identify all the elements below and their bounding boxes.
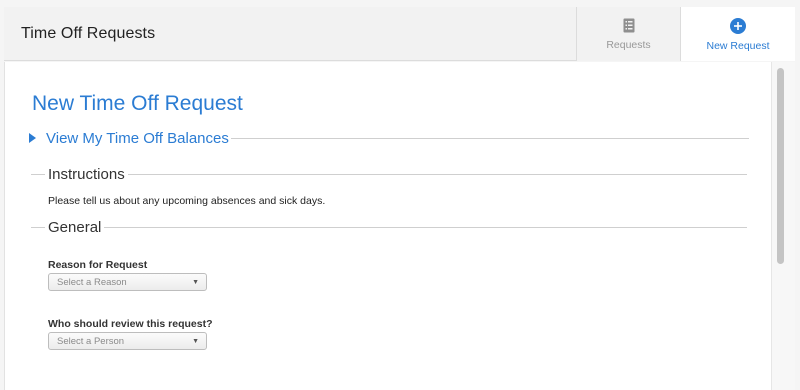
expand-triangle-icon [29,133,36,143]
reason-label: Reason for Request [48,259,148,271]
section-divider [230,137,749,139]
instructions-heading: Instructions [48,165,125,183]
list-document-icon [623,18,634,33]
reviewer-label: Who should review this request? [48,318,213,330]
legend-lead-line [31,173,45,175]
chevron-down-icon: ▼ [192,278,199,286]
page-header-title: Time Off Requests [21,25,156,42]
reviewer-select[interactable]: Select a Person ▼ [48,332,207,350]
instructions-text: Please tell us about any upcoming absenc… [48,195,326,207]
reviewer-select-value: Select a Person [57,335,125,347]
tab-new-request[interactable]: New Request [680,7,795,61]
tab-new-request-label: New Request [706,40,770,52]
scrollbar-thumb[interactable] [777,68,784,264]
tab-requests[interactable]: Requests [576,7,680,61]
chevron-down-icon: ▼ [192,337,199,345]
form-title: New Time Off Request [32,92,243,115]
legend-rule [127,173,747,175]
vertical-scrollbar[interactable] [771,62,795,390]
general-legend: General [31,217,747,237]
reason-select[interactable]: Select a Reason ▼ [48,273,207,291]
tab-requests-label: Requests [606,39,651,51]
instructions-legend: Instructions [31,164,747,184]
plus-circle-icon [730,18,746,34]
view-balances-link[interactable]: View My Time Off Balances [46,130,229,147]
legend-lead-line [31,226,45,228]
legend-rule [104,226,747,228]
app-header: Time Off Requests Requests New Request [4,7,795,61]
view-balances-toggle[interactable]: View My Time Off Balances [29,128,749,148]
general-heading: General [48,218,102,236]
reason-select-value: Select a Reason [57,276,127,288]
form-panel: New Time Off Request View My Time Off Ba… [4,62,771,390]
app-window: Time Off Requests Requests New Request N… [0,0,800,390]
